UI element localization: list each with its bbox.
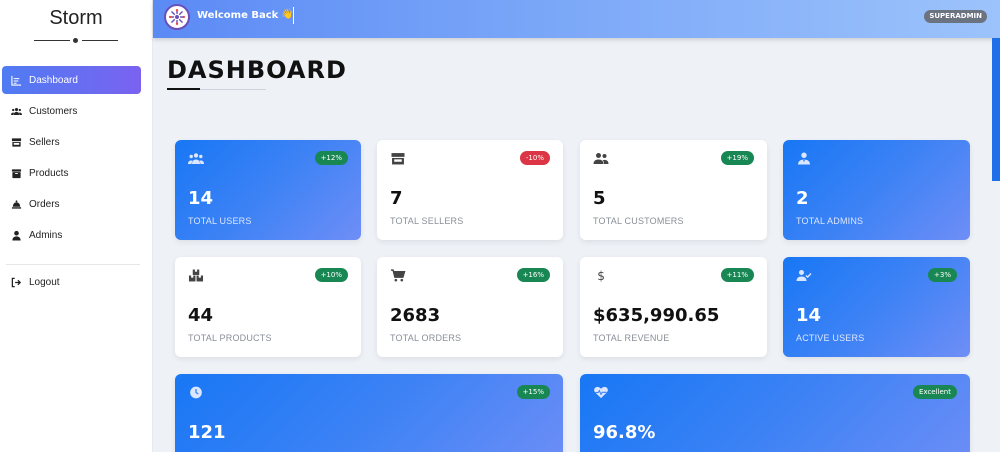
brand-name: Storm: [49, 7, 103, 29]
change-badge: +19%: [720, 151, 754, 165]
sidebar: Storm Dashboard Customers Sellers Produc…: [0, 0, 153, 452]
users-icon: [10, 105, 22, 117]
stat-value: 2: [796, 188, 809, 209]
heartbeat-icon: [593, 385, 611, 399]
stat-value: 2683: [390, 305, 441, 326]
stat-value: 7: [390, 188, 403, 209]
store-icon: [390, 151, 408, 165]
box-icon: [10, 167, 22, 179]
scrollbar-thumb[interactable]: [992, 38, 1000, 181]
logout-icon: [10, 276, 22, 288]
sidebar-item-label: Customers: [29, 105, 78, 117]
stat-card-total-admins[interactable]: 2 TOTAL ADMINS: [783, 140, 970, 240]
stat-value: 14: [796, 305, 822, 326]
stat-label: TOTAL CUSTOMERS: [593, 216, 684, 226]
sidebar-item-sellers[interactable]: Sellers: [2, 128, 141, 156]
store-icon: [10, 136, 22, 148]
change-badge: +10%: [314, 268, 348, 282]
stat-card-total-orders[interactable]: +16% 2683 TOTAL ORDERS: [377, 257, 563, 357]
sidebar-item-orders[interactable]: Orders: [2, 190, 141, 218]
sidebar-item-customers[interactable]: Customers: [2, 97, 141, 125]
top-header: Welcome Back 👋 SUPERADMIN: [153, 0, 1000, 38]
change-badge: +11%: [720, 268, 754, 282]
customers-icon: [593, 151, 611, 165]
stat-label: TOTAL REVENUE: [593, 333, 670, 343]
stat-value: 44: [188, 305, 214, 326]
stat-label: TOTAL PRODUCTS: [188, 333, 272, 343]
stat-card-total-customers[interactable]: +19% 5 TOTAL CUSTOMERS: [580, 140, 767, 240]
stat-card-total-sellers[interactable]: -10% 7 TOTAL SELLERS: [377, 140, 563, 240]
user-icon: [10, 229, 22, 241]
sidebar-item-label: Orders: [29, 198, 60, 210]
stat-label: TOTAL SELLERS: [390, 216, 464, 226]
sidebar-item-label: Products: [29, 167, 69, 179]
stat-label: ACTIVE USERS: [796, 333, 865, 343]
change-badge: +12%: [314, 151, 348, 165]
stat-value: 5: [593, 188, 606, 209]
stat-label: TOTAL USERS: [188, 216, 252, 226]
stat-card-health[interactable]: Excellent 96.8%: [580, 374, 970, 452]
stat-card-active-users[interactable]: +3% 14 ACTIVE USERS: [783, 257, 970, 357]
change-badge: +15%: [516, 385, 550, 399]
brand-divider: [34, 38, 118, 44]
page-title: DASHBOARD: [167, 56, 347, 84]
svg-text:$: $: [597, 269, 605, 282]
role-badge[interactable]: SUPERADMIN: [924, 10, 987, 23]
change-badge: +16%: [516, 268, 550, 282]
boxes-icon: [188, 268, 206, 282]
stat-value: 14: [188, 188, 214, 209]
status-badge: Excellent: [913, 385, 957, 399]
bell-icon: [10, 198, 22, 210]
sidebar-nav: Dashboard Customers Sellers Products Ord…: [2, 66, 141, 252]
logout-label: Logout: [29, 276, 60, 288]
sidebar-item-admins[interactable]: Admins: [2, 221, 141, 249]
stat-card-total-users[interactable]: +12% 14 TOTAL USERS: [175, 140, 361, 240]
admin-icon: [796, 151, 814, 165]
users-icon: [188, 151, 206, 165]
text-cursor: [293, 7, 294, 24]
stat-value: 121: [188, 422, 226, 443]
sidebar-item-dashboard[interactable]: Dashboard: [2, 66, 141, 94]
sidebar-item-products[interactable]: Products: [2, 159, 141, 187]
change-badge: -10%: [519, 151, 550, 165]
title-underline: [167, 88, 200, 90]
dollar-icon: $: [593, 268, 611, 282]
sidebar-item-label: Sellers: [29, 136, 60, 148]
clock-icon: [188, 385, 206, 399]
stat-value: $635,990.65: [593, 305, 720, 326]
wave-emoji-icon: 👋: [281, 9, 294, 20]
stat-card-total-revenue[interactable]: $ +11% $635,990.65 TOTAL REVENUE: [580, 257, 767, 357]
stat-card-clock[interactable]: +15% 121: [175, 374, 563, 452]
logout-button[interactable]: Logout: [2, 268, 141, 296]
stat-value: 96.8%: [593, 422, 656, 443]
welcome-text: Welcome Back: [197, 10, 279, 21]
sidebar-item-label: Dashboard: [29, 74, 78, 86]
stat-label: TOTAL ADMINS: [796, 216, 864, 226]
stat-card-total-products[interactable]: +10% 44 TOTAL PRODUCTS: [175, 257, 361, 357]
cart-icon: [390, 268, 408, 282]
change-badge: +3%: [928, 268, 957, 282]
sidebar-divider: [6, 264, 140, 265]
sidebar-item-label: Admins: [29, 229, 63, 241]
app-logo-icon[interactable]: [164, 4, 190, 30]
dashboard-icon: [10, 74, 22, 86]
user-check-icon: [796, 268, 814, 282]
title-underline-light: [200, 89, 266, 90]
stat-label: TOTAL ORDERS: [390, 333, 462, 343]
